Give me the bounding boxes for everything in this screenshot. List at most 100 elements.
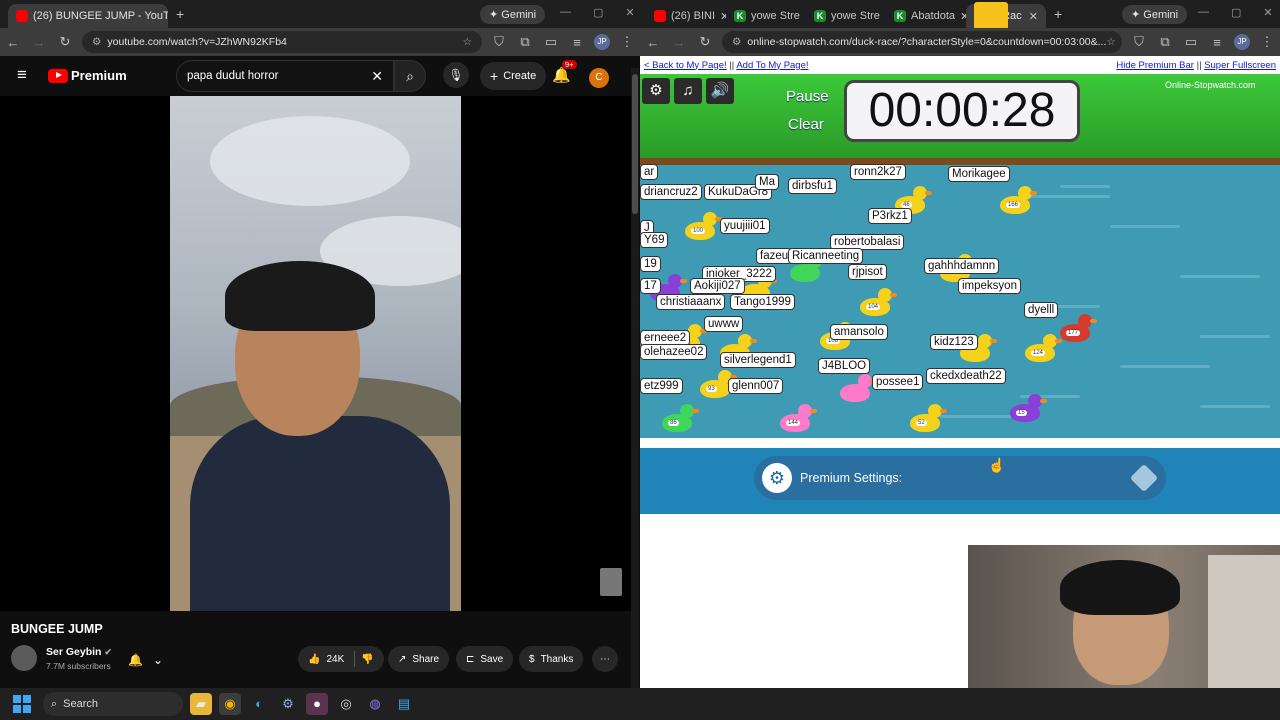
tab-3[interactable]: K Abatdota ✕ [886, 4, 966, 28]
video-frame[interactable] [170, 96, 461, 611]
video-player[interactable] [0, 96, 631, 611]
voice-search-button[interactable]: 🎙 [443, 62, 469, 88]
gemini-button[interactable]: ✦ Gemini [1122, 5, 1188, 24]
side-panel-icon[interactable]: ▭ [538, 34, 564, 50]
account-avatar[interactable]: C [589, 68, 609, 88]
forward-icon[interactable]: → [666, 35, 692, 50]
minimize-icon[interactable]: — [1198, 6, 1209, 19]
back-icon[interactable]: ← [640, 35, 666, 50]
site-info-icon[interactable]: ⚙ [732, 36, 741, 48]
minimize-icon[interactable]: — [560, 6, 571, 19]
wave-shape [1200, 405, 1270, 408]
profile-avatar[interactable]: JP [1234, 34, 1250, 50]
search-input[interactable]: papa dudut horror ✕ [176, 60, 394, 92]
create-label: Create [503, 70, 537, 82]
tab-4[interactable]: Duck Rac ✕ [966, 2, 1046, 30]
gemini-button[interactable]: ✦ Gemini [480, 5, 546, 24]
racer-name-label: impeksyon [958, 278, 1021, 294]
super-fullscreen-link[interactable]: Super Fullscreen [1204, 60, 1276, 71]
duck-number: 86 [668, 420, 679, 426]
channel-avatar[interactable] [11, 645, 37, 671]
extensions-icon[interactable]: ⧉ [512, 34, 538, 50]
profile-avatar[interactable]: JP [594, 34, 610, 50]
notepad-icon[interactable]: ▤ [393, 693, 415, 715]
thanks-button[interactable]: $ Thanks [519, 646, 584, 672]
settings-gear-icon[interactable]: ⚙ [642, 78, 670, 104]
shield-extension-icon[interactable]: ⛉ [1126, 34, 1152, 50]
edge-icon[interactable]: ◐ [248, 693, 270, 715]
thumbs-down-icon[interactable]: 👎 [361, 654, 373, 665]
reload-icon[interactable]: ↻ [692, 34, 718, 50]
racer-name-label: ckedxdeath22 [926, 368, 1006, 384]
duck-beak [810, 409, 817, 413]
more-actions-button[interactable]: ⋯ [592, 646, 618, 672]
channel-name-text: Ser Geybin [46, 646, 102, 658]
duck-beak [1090, 319, 1097, 323]
scrollbar-thumb[interactable] [632, 74, 638, 214]
side-panel-icon[interactable]: ▭ [1178, 34, 1204, 50]
subscribed-bell-button[interactable]: 🔔 ⌄ [128, 650, 163, 670]
sound-icon[interactable]: 🔊 [706, 78, 734, 104]
tab-youtube[interactable]: (26) BUNGEE JUMP - YouTu ✕ [8, 4, 168, 28]
forward-icon[interactable]: → [26, 35, 52, 50]
close-tab-icon[interactable]: ✕ [1029, 10, 1038, 23]
steam-icon[interactable]: ⚙ [277, 693, 299, 715]
save-button[interactable]: ⊏ Save [456, 646, 514, 672]
discord-icon[interactable]: ◍ [364, 693, 386, 715]
hamburger-menu-icon[interactable]: ≡ [17, 65, 27, 85]
music-mute-icon[interactable]: ♫ [674, 78, 702, 104]
clear-button[interactable]: Clear [788, 116, 824, 133]
pause-button[interactable]: Pause [786, 88, 829, 105]
duck-race-canvas[interactable]: ⚙ ♫ 🔊 Pause Clear 00:00:28 Online-Stopwa… [640, 74, 1280, 438]
reload-icon[interactable]: ↻ [52, 34, 78, 50]
menu-kebab-icon[interactable]: ⋮ [1254, 34, 1280, 50]
tab-0[interactable]: (26) BINI ✕ [646, 4, 726, 28]
like-button[interactable]: 👍 24K 👎 [298, 646, 384, 672]
maximize-icon[interactable]: ▢ [593, 6, 603, 19]
channel-watermark[interactable] [600, 568, 622, 596]
obs-icon[interactable]: ● [306, 693, 328, 715]
windows-start-icon[interactable] [13, 695, 31, 713]
tab-1[interactable]: K yowe Stre ✕ [726, 4, 806, 28]
bookmark-star-icon[interactable]: ☆ [463, 36, 472, 48]
page-scrollbar[interactable] [631, 68, 639, 688]
tab-2[interactable]: K yowe Stre ✕ [806, 4, 886, 28]
menu-kebab-icon[interactable]: ⋮ [614, 34, 640, 50]
racer-name-label: J4BLOO [818, 358, 871, 374]
close-window-icon[interactable]: ✕ [625, 6, 634, 19]
channel-name[interactable]: Ser Geybin ✔ [46, 646, 112, 658]
chrome-icon[interactable]: ◉ [219, 693, 241, 715]
maximize-icon[interactable]: ▢ [1231, 6, 1241, 19]
site-info-icon[interactable]: ⚙ [92, 36, 101, 48]
racer-name-label: Ricanneeting [788, 248, 864, 264]
youtube-logo[interactable]: Premium [48, 68, 127, 83]
clear-search-icon[interactable]: ✕ [371, 68, 383, 85]
new-tab-icon[interactable]: + [176, 6, 184, 22]
duck-favicon-icon [974, 2, 1008, 30]
add-to-my-page-link[interactable]: Add To My Page! [736, 60, 808, 71]
shield-extension-icon[interactable]: ⛉ [486, 34, 512, 50]
racer-name-label: amansolo [830, 324, 888, 340]
premium-settings-toggle[interactable]: ⚙ Premium Settings: [754, 456, 1166, 500]
close-window-icon[interactable]: ✕ [1263, 6, 1272, 19]
hide-premium-bar-link[interactable]: Hide Premium Bar [1116, 60, 1194, 71]
extensions-icon[interactable]: ⧉ [1152, 34, 1178, 50]
racer-name-label: Ma [755, 174, 779, 190]
url-field[interactable]: ⚙ online-stopwatch.com/duck-race/?charac… [722, 31, 1122, 53]
taskbar-search[interactable]: ⌕ Search [43, 692, 183, 716]
app-icon[interactable]: ◎ [335, 693, 357, 715]
duck-number: 104 [866, 304, 881, 310]
media-controls-icon[interactable]: ≡ [1204, 35, 1230, 50]
share-button[interactable]: ↗ Share [388, 646, 450, 672]
file-explorer-icon[interactable]: ▰ [190, 693, 212, 715]
bookmark-star-icon[interactable]: ☆ [1106, 36, 1115, 48]
search-button[interactable]: ⌕ [394, 60, 426, 92]
create-button[interactable]: + Create [480, 62, 547, 90]
new-tab-icon[interactable]: + [1054, 6, 1062, 22]
duck-beak [1055, 339, 1062, 343]
url-field[interactable]: ⚙ youtube.com/watch?v=JZhWN92KFb4 ☆ [82, 31, 482, 53]
back-icon[interactable]: ← [0, 35, 26, 50]
duck-racer: 52 [910, 404, 947, 432]
media-controls-icon[interactable]: ≡ [564, 35, 590, 50]
back-to-my-page-link[interactable]: < Back to My Page! [644, 60, 727, 71]
